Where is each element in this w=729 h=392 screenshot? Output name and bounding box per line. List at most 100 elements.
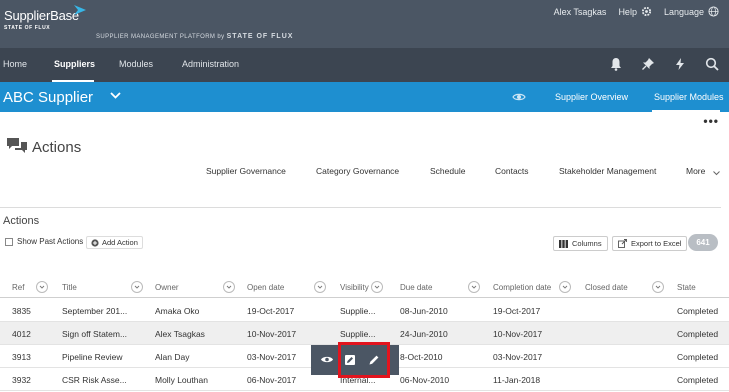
- cell-title[interactable]: Pipeline Review: [62, 352, 122, 362]
- export-icon: [618, 239, 627, 248]
- platform-by: by: [217, 34, 225, 40]
- filter-icon[interactable]: [131, 281, 143, 293]
- export-label: Export to Excel: [631, 239, 682, 248]
- logo[interactable]: SupplierBase STATE OF FLUX: [4, 5, 86, 31]
- column-header-visibility[interactable]: Visibility: [340, 283, 369, 292]
- column-header-owner[interactable]: Owner: [155, 283, 179, 292]
- nav-icon-group: [609, 57, 719, 71]
- cell-due-date: 06-Nov-2010: [400, 375, 450, 385]
- cell-state: Completed: [677, 375, 719, 385]
- cell-ref: 3835: [12, 306, 31, 316]
- nav-suppliers[interactable]: Suppliers: [54, 59, 95, 69]
- column-header-open-date[interactable]: Open date: [247, 283, 284, 292]
- more-options-icon[interactable]: •••: [703, 114, 719, 128]
- cell-ref: 3913: [12, 352, 31, 362]
- lightning-icon[interactable]: [673, 57, 687, 71]
- cell-completion-date: 11-Jan-2018: [493, 375, 541, 385]
- column-header-completion-date[interactable]: Completion date: [493, 283, 551, 292]
- user-name[interactable]: Alex Tsagkas: [554, 7, 607, 17]
- column-header-ref[interactable]: Ref: [12, 283, 24, 292]
- help-link[interactable]: Help: [618, 6, 652, 17]
- columns-label: Columns: [572, 239, 602, 248]
- cell-ref: 4012: [12, 329, 31, 339]
- cell-state: Completed: [677, 329, 719, 339]
- globe-icon: [708, 6, 719, 17]
- cell-due-date: 8-Oct-2010: [400, 352, 443, 362]
- section-divider: [0, 207, 721, 208]
- tab-supplier-modules[interactable]: Supplier Modules: [654, 92, 724, 102]
- column-header-title[interactable]: Title: [62, 283, 77, 292]
- add-action-label: Add Action: [102, 238, 138, 247]
- column-header-due-date[interactable]: Due date: [400, 283, 432, 292]
- cell-ref: 3932: [12, 375, 31, 385]
- language-label: Language: [663, 6, 704, 17]
- filter-icon[interactable]: [559, 281, 571, 293]
- chat-bubbles-icon: [7, 138, 27, 153]
- cell-open-date: 19-Oct-2017: [247, 306, 295, 316]
- supplier-bar: ABC Supplier Supplier Overview Supplier …: [0, 82, 729, 112]
- cell-completion-date: 19-Oct-2017: [493, 306, 541, 316]
- cell-completion-date: 10-Nov-2017: [493, 329, 543, 339]
- chevron-down-icon[interactable]: [110, 91, 121, 100]
- tab-category-governance[interactable]: Category Governance: [316, 166, 399, 176]
- filter-icon[interactable]: [371, 281, 383, 293]
- tab-supplier-governance[interactable]: Supplier Governance: [206, 166, 286, 176]
- tab-more[interactable]: More: [686, 166, 705, 176]
- cell-visibility: Supplie...: [340, 329, 376, 339]
- plus-circle-icon: [91, 238, 99, 247]
- cell-title[interactable]: CSR Risk Asse...: [62, 375, 127, 385]
- logo-subtitle: STATE OF FLUX: [4, 25, 51, 31]
- cell-state: Completed: [677, 306, 719, 316]
- filter-icon[interactable]: [223, 281, 235, 293]
- columns-button[interactable]: Columns: [553, 236, 608, 251]
- cell-open-date: 10-Nov-2017: [247, 329, 297, 339]
- platform-prefix: SUPPLIER MANAGEMENT PLATFORM: [96, 34, 216, 40]
- tab-schedule[interactable]: Schedule: [430, 166, 465, 176]
- supplier-name[interactable]: ABC Supplier: [3, 89, 93, 106]
- search-icon[interactable]: [705, 57, 719, 71]
- gear-icon: [641, 6, 652, 17]
- cell-due-date: 24-Jun-2010: [400, 329, 448, 339]
- user-menu: Alex Tsagkas Help Language: [554, 6, 719, 17]
- show-past-actions-toggle[interactable]: Show Past Actions: [5, 237, 83, 246]
- filter-icon[interactable]: [468, 281, 480, 293]
- cell-due-date: 08-Jun-2010: [400, 306, 448, 316]
- cell-completion-date: 03-Nov-2017: [493, 352, 543, 362]
- highlight-box: [338, 342, 390, 378]
- table-row[interactable]: 3835 September 201... Amaka Oko 19-Oct-2…: [0, 299, 729, 322]
- cell-owner: Molly Louthan: [155, 375, 208, 385]
- language-selector[interactable]: Language: [664, 6, 719, 17]
- cell-visibility: Supplie...: [340, 306, 376, 316]
- page-title: Actions: [32, 139, 82, 156]
- supplier-tab-active-indicator: [652, 110, 720, 112]
- bell-icon[interactable]: [609, 57, 623, 71]
- tab-stakeholder-management[interactable]: Stakeholder Management: [559, 166, 656, 176]
- platform-tagline: SUPPLIER MANAGEMENT PLATFORM by STATE OF…: [96, 33, 293, 40]
- filter-icon[interactable]: [36, 281, 48, 293]
- filter-icon[interactable]: [652, 281, 664, 293]
- column-header-closed-date[interactable]: Closed date: [585, 283, 628, 292]
- columns-icon: [559, 239, 568, 248]
- view-icon[interactable]: [320, 354, 334, 365]
- help-label: Help: [618, 6, 637, 17]
- cell-title[interactable]: September 201...: [62, 306, 127, 316]
- tab-contacts[interactable]: Contacts: [495, 166, 529, 176]
- nav-administration[interactable]: Administration: [182, 59, 239, 69]
- show-past-checkbox[interactable]: [5, 237, 13, 246]
- filter-icon[interactable]: [314, 281, 326, 293]
- add-action-button[interactable]: Add Action: [86, 236, 143, 249]
- export-to-excel-button[interactable]: Export to Excel: [612, 236, 688, 251]
- nav-home[interactable]: Home: [3, 59, 27, 69]
- eye-icon[interactable]: [512, 92, 526, 102]
- platform-brand: STATE OF FLUX: [226, 33, 294, 40]
- cell-open-date: 03-Nov-2017: [247, 352, 297, 362]
- tab-supplier-overview[interactable]: Supplier Overview: [555, 92, 628, 102]
- pin-icon[interactable]: [641, 57, 655, 71]
- column-header-state[interactable]: State: [677, 283, 696, 292]
- actions-count-badge: 641: [688, 234, 718, 251]
- show-past-label: Show Past Actions: [17, 237, 84, 246]
- chevron-down-icon[interactable]: [713, 170, 720, 176]
- cell-title[interactable]: Sign off Statem...: [62, 329, 127, 339]
- main-nav: Home Suppliers Modules Administration: [0, 48, 729, 82]
- nav-modules[interactable]: Modules: [119, 59, 153, 69]
